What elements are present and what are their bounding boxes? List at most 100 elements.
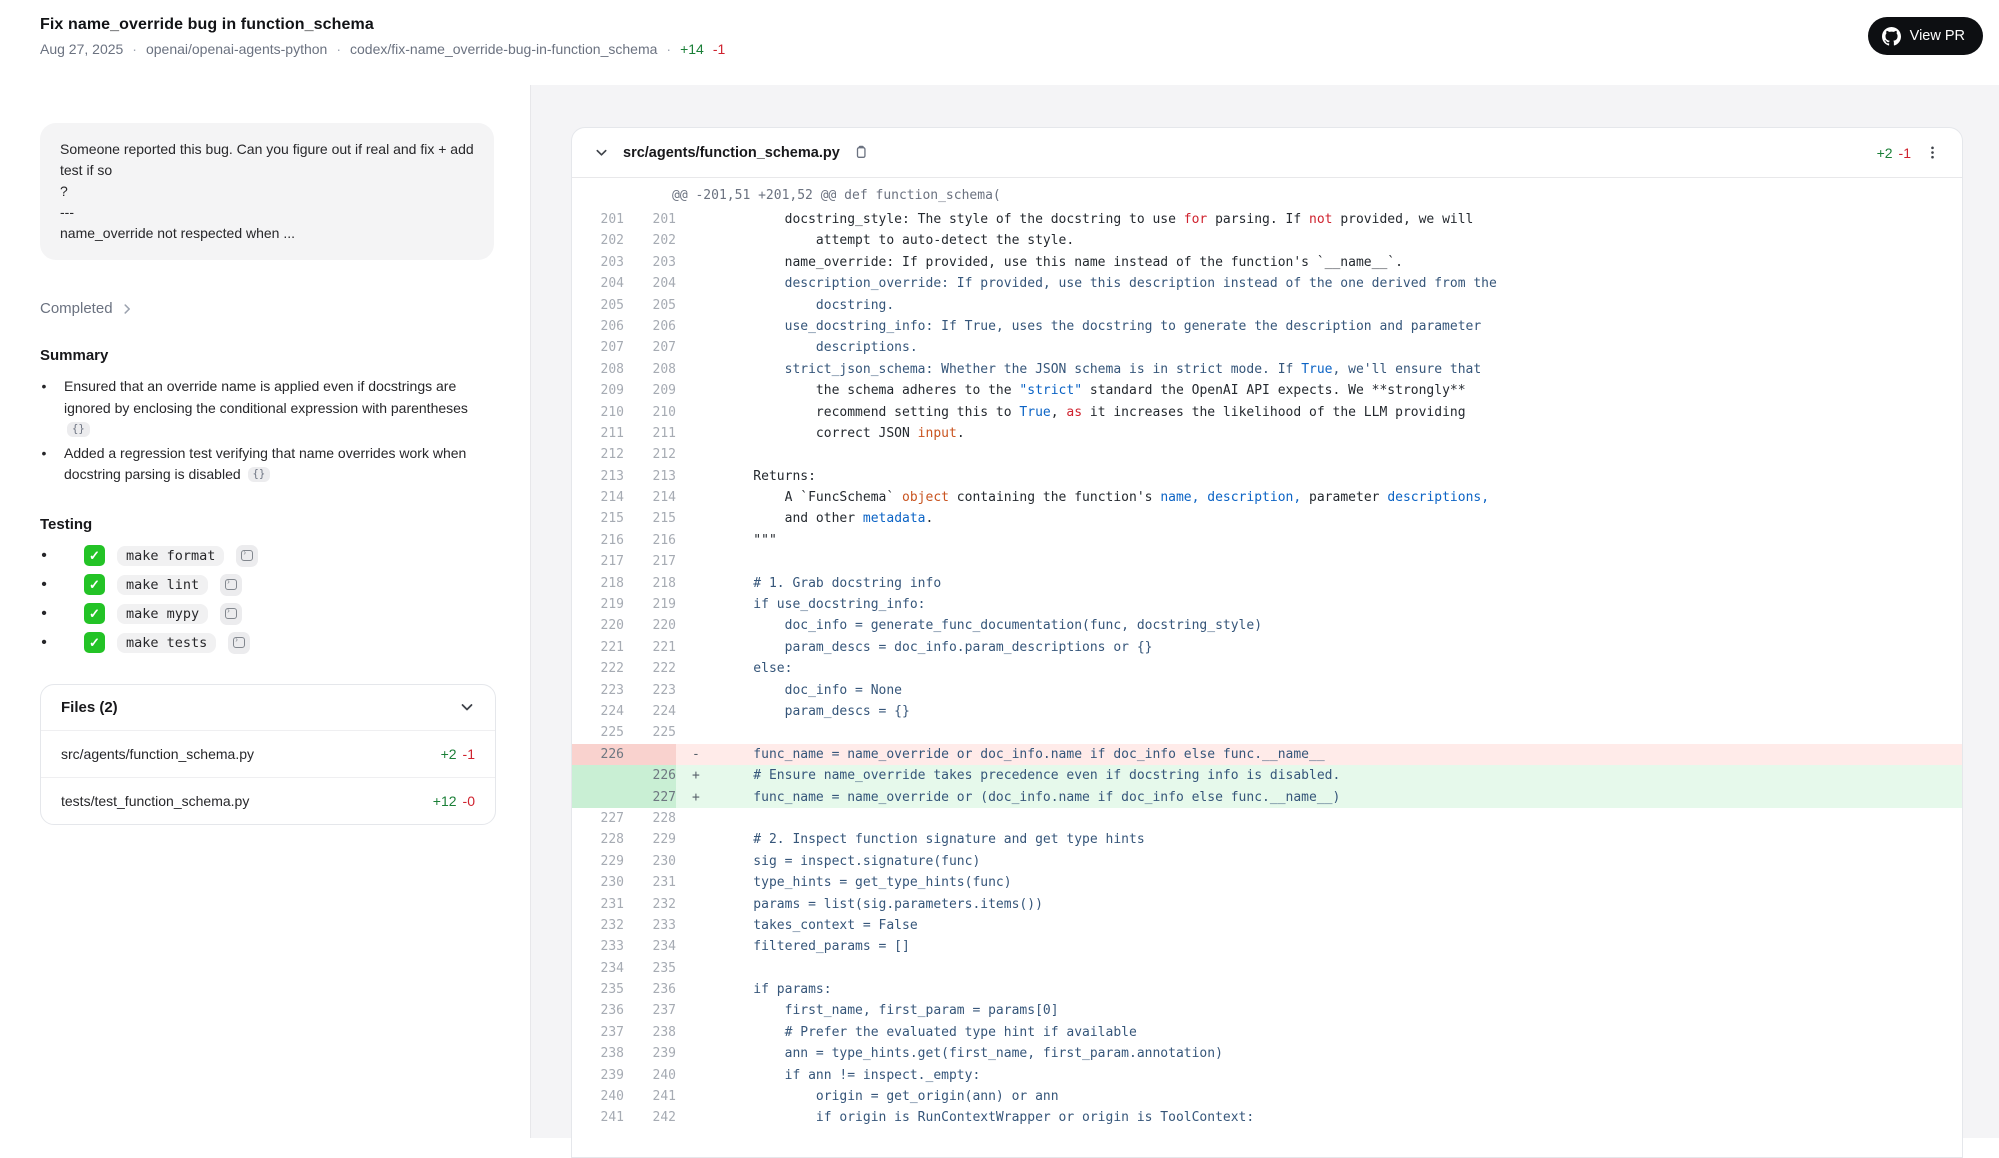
code-text: sig = inspect.signature(func) (722, 851, 1962, 872)
bullet-icon: • (40, 605, 48, 623)
line-number-new: 210 (624, 402, 676, 423)
terminal-log-button[interactable] (220, 574, 242, 596)
user-message-line: --- (60, 202, 474, 223)
summary-item-text: Added a regression test verifying that n… (64, 443, 494, 486)
code-text: the schema adheres to the "strict" stand… (722, 380, 1962, 401)
bullet-icon: • (40, 576, 48, 594)
diff-marker (676, 1107, 722, 1128)
test-command: make tests (117, 633, 216, 653)
copy-path-button[interactable] (852, 143, 870, 162)
line-number-old (572, 787, 624, 808)
line-number-new: 232 (624, 894, 676, 915)
line-number-new: 228 (624, 808, 676, 829)
file-deletions: -1 (1899, 145, 1911, 161)
file-menu-button[interactable] (1923, 143, 1942, 162)
view-pr-label: View PR (1910, 28, 1965, 44)
code-text: # Ensure name_override takes precedence … (722, 765, 1962, 786)
diff-marker (676, 915, 722, 936)
repo-name: openai/openai-agents-python (146, 41, 327, 57)
line-number-new: 211 (624, 423, 676, 444)
line-number-old: 209 (572, 380, 624, 401)
diff-line-ctx: 208208 strict_json_schema: Whether the J… (572, 359, 1962, 380)
code-text: first_name, first_param = params[0] (722, 1000, 1962, 1021)
line-number-old: 233 (572, 936, 624, 957)
code-reference-chip[interactable]: {} (67, 422, 90, 437)
testing-item: •make tests (40, 632, 494, 654)
terminal-log-button[interactable] (220, 603, 242, 625)
terminal-log-button[interactable] (236, 545, 258, 567)
code-text: doc_info = generate_func_documentation(f… (722, 615, 1962, 636)
diff-line-ctx: 236237 first_name, first_param = params[… (572, 1000, 1962, 1021)
line-number-old: 215 (572, 508, 624, 529)
test-command: make format (117, 546, 224, 566)
meta-separator: · (132, 41, 137, 57)
line-number-old: 205 (572, 295, 624, 316)
testing-item: •make mypy (40, 603, 494, 625)
code-text: func_name = name_override or (doc_info.n… (722, 787, 1962, 808)
code-text: name_override: If provided, use this nam… (722, 252, 1962, 273)
line-number-new: 222 (624, 658, 676, 679)
line-number-new: 219 (624, 594, 676, 615)
terminal-icon (225, 579, 237, 590)
completed-status[interactable]: Completed (40, 300, 134, 317)
line-number-old: 231 (572, 894, 624, 915)
diff-line-ctx: 235236 if params: (572, 979, 1962, 1000)
code-reference-chip[interactable]: {} (248, 467, 271, 482)
diff-line-ctx: 233234 filtered_params = [] (572, 936, 1962, 957)
line-number-new: 220 (624, 615, 676, 636)
task-meta: Aug 27, 2025 · openai/openai-agents-pyth… (40, 41, 1983, 57)
diff-line-ctx: 201201 docstring_style: The style of the… (572, 209, 1962, 230)
file-deletions: -1 (463, 746, 475, 762)
diff-line-ctx: 202202 attempt to auto-detect the style. (572, 230, 1962, 251)
line-number-old: 201 (572, 209, 624, 230)
diff-marker (676, 295, 722, 316)
kebab-menu-icon (1925, 145, 1940, 160)
code-text: docstring_style: The style of the docstr… (722, 209, 1962, 230)
line-number-old: 206 (572, 316, 624, 337)
line-number-new: 233 (624, 915, 676, 936)
diff-line-ctx: 221221 param_descs = doc_info.param_desc… (572, 637, 1962, 658)
diff-line-ctx: 219219 if use_docstring_info: (572, 594, 1962, 615)
diff-line-ctx: 232233 takes_context = False (572, 915, 1962, 936)
line-number-new: 227 (624, 787, 676, 808)
file-row[interactable]: tests/test_function_schema.py+12-0 (41, 777, 495, 824)
line-number-new: 212 (624, 444, 676, 465)
code-text: if ann != inspect._empty: (722, 1065, 1962, 1086)
diff-marker (676, 1065, 722, 1086)
diff-marker (676, 1022, 722, 1043)
terminal-log-button[interactable] (228, 632, 250, 654)
code-text: filtered_params = [] (722, 936, 1962, 957)
diff-line-ctx: 218218 # 1. Grab docstring info (572, 573, 1962, 594)
diff-marker (676, 444, 722, 465)
diff-marker: + (676, 787, 722, 808)
check-passed-icon (84, 574, 105, 595)
code-text: and other metadata. (722, 508, 1962, 529)
line-number-old: 236 (572, 1000, 624, 1021)
line-number-new: 204 (624, 273, 676, 294)
diff-marker (676, 658, 722, 679)
testing-item: •make format (40, 545, 494, 567)
meta-separator: · (666, 41, 671, 57)
file-name: src/agents/function_schema.py (61, 746, 254, 762)
line-number-old: 216 (572, 530, 624, 551)
summary-list: •Ensured that an override name is applie… (40, 376, 494, 486)
line-number-new: 206 (624, 316, 676, 337)
code-text: param_descs = doc_info.param_description… (722, 637, 1962, 658)
code-text: func_name = name_override or doc_info.na… (722, 744, 1962, 765)
collapse-file-button[interactable] (592, 143, 611, 162)
file-row[interactable]: src/agents/function_schema.py+2-1 (41, 730, 495, 777)
files-panel-header[interactable]: Files (2) (41, 685, 495, 730)
diff-line-ctx: 214214 A `FuncSchema` object containing … (572, 487, 1962, 508)
diff-marker (676, 551, 722, 572)
line-number-new: 217 (624, 551, 676, 572)
line-number-old: 234 (572, 958, 624, 979)
line-number-old: 203 (572, 252, 624, 273)
code-text: recommend setting this to True, as it in… (722, 402, 1962, 423)
line-number-new: 201 (624, 209, 676, 230)
line-number-new: 225 (624, 722, 676, 743)
line-number-old: 219 (572, 594, 624, 615)
testing-heading: Testing (40, 516, 494, 533)
view-pr-button[interactable]: View PR (1868, 17, 1983, 55)
diff-line-ctx: 237238 # Prefer the evaluated type hint … (572, 1022, 1962, 1043)
line-number-new: 229 (624, 829, 676, 850)
